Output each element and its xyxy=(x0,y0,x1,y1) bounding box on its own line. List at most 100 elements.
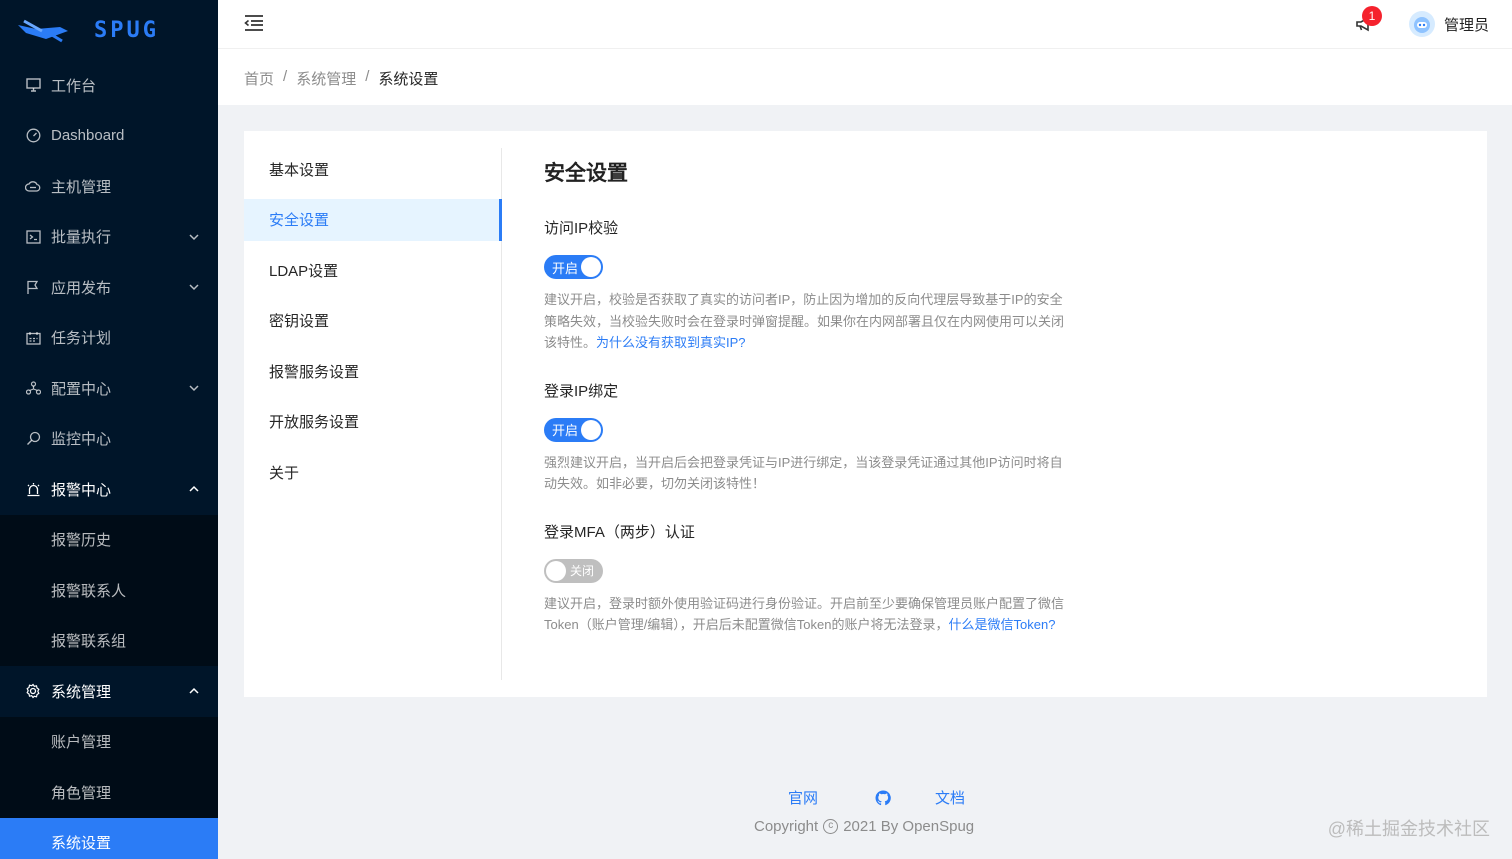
schedule-icon xyxy=(24,329,42,347)
settings-card: 基本设置 安全设置 LDAP设置 密钥设置 报警服务设置 开放服务设置 关于 安… xyxy=(244,131,1487,697)
alert-icon xyxy=(24,480,42,498)
dashboard-icon xyxy=(24,127,42,145)
breadcrumb-home[interactable]: 首页 xyxy=(244,68,274,89)
switch-knob xyxy=(546,560,566,581)
tab-keys[interactable]: 密钥设置 xyxy=(244,300,501,342)
avatar[interactable] xyxy=(1409,11,1435,37)
sidebar-item-label: 报警历史 xyxy=(51,532,112,550)
chevron-up-icon xyxy=(189,486,199,492)
ip-bind-desc: 强烈建议开启，当开启后会把登录凭证与IP进行绑定，当该登录凭证通过其他IP访问时… xyxy=(544,454,1063,492)
switch-label: 关闭 xyxy=(570,564,595,578)
logo[interactable]: SPUG xyxy=(0,0,218,60)
chevron-down-icon xyxy=(189,284,199,291)
mfa-switch[interactable]: 关闭 xyxy=(544,558,603,583)
sidebar-item-roles[interactable]: 角色管理 xyxy=(0,767,218,818)
top-header: 1 管理员 xyxy=(218,0,1512,48)
sidebar-item-label: 账户管理 xyxy=(51,734,112,752)
breadcrumb-system[interactable]: 系统管理 xyxy=(296,68,356,89)
breadcrumb-separator: / xyxy=(283,68,288,85)
sidebar-item-label: 系统管理 xyxy=(51,683,112,701)
ip-verify-switch[interactable]: 开启 xyxy=(544,255,603,279)
sidebar-item-monitor[interactable]: 监控中心 xyxy=(0,414,218,465)
switch-knob xyxy=(581,257,601,277)
sidebar-item-accounts[interactable]: 账户管理 xyxy=(0,717,218,768)
copyright-text: 2021 By OpenSpug xyxy=(843,818,975,835)
sidebar-item-label: 工作台 xyxy=(51,77,97,95)
sidebar-item-system-settings[interactable]: 系统设置 xyxy=(0,817,218,859)
switch-label: 开启 xyxy=(552,260,579,276)
sidebar-item-workbench[interactable]: 工作台 xyxy=(0,60,218,111)
tab-ldap[interactable]: LDAP设置 xyxy=(244,249,501,291)
breadcrumb-current: 系统设置 xyxy=(378,71,439,88)
sidebar-item-label: 角色管理 xyxy=(51,784,112,802)
real-ip-help-link[interactable]: 为什么没有获取到真实IP? xyxy=(596,335,746,350)
footer-links: 官网 文档 xyxy=(788,787,965,808)
copyright-icon: c xyxy=(823,819,839,834)
code-icon xyxy=(24,228,42,246)
desktop-icon xyxy=(24,76,42,94)
sidebar-item-label: 任务计划 xyxy=(51,330,112,348)
flag-icon xyxy=(24,278,42,296)
notification-badge: 1 xyxy=(1362,6,1382,26)
tab-basic[interactable]: 基本设置 xyxy=(244,148,501,190)
chevron-up-icon xyxy=(189,688,199,694)
copyright-prefix: Copyright xyxy=(754,818,819,835)
tab-open-service[interactable]: 开放服务设置 xyxy=(244,401,501,443)
tab-about[interactable]: 关于 xyxy=(244,451,501,493)
sidebar-item-label: 报警联系组 xyxy=(51,633,127,651)
sidebar-item-config-center[interactable]: 配置中心 xyxy=(0,363,218,414)
ip-verify-desc: 建议开启，校验是否获取了真实的访问者IP，防止因为增加的反向代理层导致基于IP的… xyxy=(544,289,1074,354)
breadcrumb-separator: / xyxy=(365,68,370,85)
robot-avatar-icon xyxy=(1414,17,1430,33)
sidebar-item-batch-exec[interactable]: 批量执行 xyxy=(0,212,218,263)
spug-logo-icon xyxy=(18,19,68,43)
sidebar-item-alarm-history[interactable]: 报警历史 xyxy=(0,515,218,566)
setting-icon xyxy=(24,682,42,700)
ip-verify-title: 访问IP校验 xyxy=(544,220,619,237)
sidebar-item-label: 报警联系人 xyxy=(51,582,127,600)
sidebar-item-dashboard[interactable]: Dashboard xyxy=(0,111,218,162)
mfa-title: 登录MFA（两步）认证 xyxy=(544,523,695,541)
switch-label: 开启 xyxy=(552,423,579,438)
sidebar-item-label: 批量执行 xyxy=(51,229,112,247)
sidebar-item-label: 应用发布 xyxy=(51,279,112,297)
sidebar-item-label: 监控中心 xyxy=(51,431,112,449)
alarm-submenu: 报警历史 报警联系人 报警联系组 xyxy=(0,514,218,667)
panel-title: 安全设置 xyxy=(544,162,628,185)
chevron-down-icon xyxy=(189,234,199,240)
tab-security[interactable]: 安全设置 xyxy=(244,198,502,241)
username[interactable]: 管理员 xyxy=(1444,14,1489,35)
sidebar-item-app-release[interactable]: 应用发布 xyxy=(0,262,218,313)
sidebar-item-label: 报警中心 xyxy=(51,481,112,499)
sidebar-item-label: 系统设置 xyxy=(51,835,112,853)
sidebar-item-hosts[interactable]: 主机管理 xyxy=(0,161,218,212)
footer-site-link[interactable]: 官网 xyxy=(788,787,818,808)
github-icon[interactable] xyxy=(875,789,891,806)
sidebar-item-label: 配置中心 xyxy=(51,380,112,398)
sidebar-item-alarm-groups[interactable]: 报警联系组 xyxy=(0,616,218,667)
copyright: Copyright c 2021 By OpenSpug xyxy=(754,818,974,835)
sidebar-item-system[interactable]: 系统管理 xyxy=(0,666,218,717)
watermark: @稀土掘金技术社区 xyxy=(1327,819,1490,839)
mfa-desc: 建议开启，登录时额外使用验证码进行身份验证。开启前至少要确保管理员账户配置了微信… xyxy=(544,593,1074,636)
sidebar-item-label: 主机管理 xyxy=(51,178,112,196)
sidebar-item-alarm-contacts[interactable]: 报警联系人 xyxy=(0,565,218,616)
sidebar: SPUG 工作台 Dashboard 主机管理 批量执行 应用发布 任务计划 配… xyxy=(0,0,218,859)
menu-fold-icon[interactable] xyxy=(244,14,264,32)
system-submenu: 账户管理 角色管理 系统设置 xyxy=(0,716,218,859)
switch-knob xyxy=(581,419,601,440)
wechat-token-help-link[interactable]: 什么是微信Token? xyxy=(949,617,1056,632)
tab-alarm-service[interactable]: 报警服务设置 xyxy=(244,350,501,392)
chevron-down-icon xyxy=(189,385,199,392)
footer-docs-link[interactable]: 文档 xyxy=(935,787,965,808)
monitor-icon xyxy=(24,430,42,448)
settings-tabs: 基本设置 安全设置 LDAP设置 密钥设置 报警服务设置 开放服务设置 关于 xyxy=(244,148,502,680)
sidebar-item-label: Dashboard xyxy=(51,127,125,145)
ip-bind-switch[interactable]: 开启 xyxy=(544,417,603,442)
sidebar-item-alarm-center[interactable]: 报警中心 xyxy=(0,464,218,515)
sidebar-item-schedule[interactable]: 任务计划 xyxy=(0,313,218,364)
deployment-icon xyxy=(24,379,42,397)
breadcrumb: 首页 / 系统管理 / 系统设置 xyxy=(244,68,438,89)
ip-bind-title: 登录IP绑定 xyxy=(544,382,619,400)
cloud-server-icon xyxy=(24,177,42,195)
